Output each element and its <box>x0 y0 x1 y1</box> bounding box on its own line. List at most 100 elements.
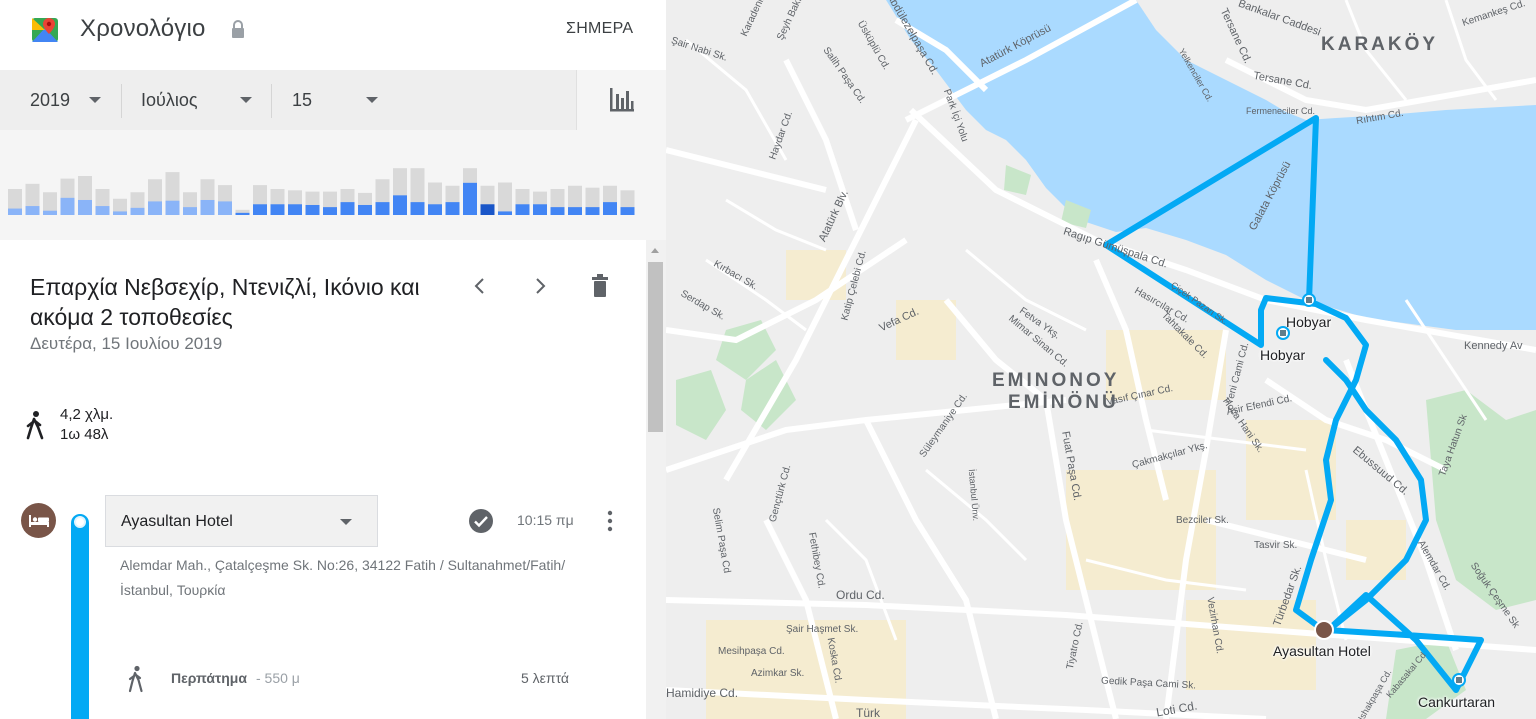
activity-distance: - 550 μ <box>256 670 300 686</box>
histogram-bar-active[interactable] <box>445 202 460 215</box>
histogram-bar-active[interactable] <box>288 204 302 215</box>
map-canvas[interactable] <box>666 0 1536 719</box>
stop-label[interactable]: Ayasultan Hotel <box>1273 643 1371 659</box>
scroll-up-icon[interactable] <box>651 248 659 253</box>
today-button[interactable]: ΣΗΜΕΡΑ <box>566 20 633 38</box>
histogram-bar-active[interactable] <box>113 211 127 215</box>
histogram-bar-active[interactable] <box>550 207 565 215</box>
histogram-bar-active[interactable] <box>235 212 250 215</box>
histogram-bar-active[interactable] <box>340 202 355 215</box>
histogram-bar-active[interactable] <box>428 204 442 215</box>
histogram-bar-active[interactable] <box>130 207 145 215</box>
stop-marker[interactable] <box>1302 293 1316 307</box>
lock-icon <box>232 20 244 38</box>
histogram-bar-active[interactable] <box>585 207 600 215</box>
histogram-bar-active[interactable] <box>603 202 617 215</box>
histogram-bar-active[interactable] <box>620 207 635 215</box>
hotel-pin-icon[interactable] <box>1314 620 1334 640</box>
day-title: Επαρχία Νεβσεχίρ, Ντενιζλί, Ικόνιο και α… <box>30 274 420 330</box>
year-value: 2019 <box>30 89 71 110</box>
histogram-bar-active[interactable] <box>43 210 57 215</box>
histogram-bar-active[interactable] <box>463 182 477 215</box>
histogram-bar-active[interactable] <box>200 199 215 215</box>
street-label: Tasvir Sk. <box>1254 540 1298 551</box>
stop-label[interactable]: Hobyar <box>1286 314 1331 330</box>
divider <box>271 84 272 118</box>
histogram-bar-active[interactable] <box>568 207 582 215</box>
street-label: Türk <box>856 706 880 719</box>
chevron-down-icon <box>340 519 352 525</box>
bar-chart-icon <box>609 88 634 112</box>
histogram-chart[interactable] <box>0 130 666 240</box>
timeline-start-dot <box>74 516 86 528</box>
timeline-track <box>71 514 89 719</box>
street-label: Fermeneciler Cd. <box>1246 106 1316 116</box>
histogram-bar-active[interactable] <box>323 207 337 215</box>
day-select[interactable]: 15 <box>292 70 392 130</box>
histogram-bar-active[interactable] <box>95 206 110 215</box>
histogram-bar-active[interactable] <box>218 201 232 215</box>
place-name: Ayasultan Hotel <box>121 513 233 530</box>
activity-type[interactable]: Περπάτημα <box>171 670 247 686</box>
visit-time: 10:15 πμ <box>517 512 574 528</box>
date-selector-bar: 2019 Ιούλιος 15 <box>0 70 576 130</box>
histogram-bar-active[interactable] <box>148 201 162 215</box>
check-circle-icon[interactable] <box>468 508 494 534</box>
histogram-bar-active[interactable] <box>183 207 197 215</box>
stop-marker[interactable] <box>1452 673 1466 687</box>
stop-label[interactable]: Hobyar <box>1260 347 1305 363</box>
street-label: Kennedy Av <box>1464 340 1523 352</box>
month-select[interactable]: Ιούλιος <box>141 70 261 130</box>
top-bar: Χρονολόγιο ΣΗΜΕΡΑ <box>0 0 666 70</box>
histogram-bar-active[interactable] <box>393 195 407 215</box>
previous-day-icon[interactable] <box>466 272 494 300</box>
histogram-bar-active[interactable] <box>375 202 390 215</box>
month-value: Ιούλιος <box>141 89 198 110</box>
histogram-bar-active[interactable] <box>358 204 372 215</box>
histogram-bar-active[interactable] <box>480 204 495 215</box>
timeline-panel: Χρονολόγιο ΣΗΜΕΡΑ 2019 Ιούλιος 15 Επαρχί… <box>0 0 666 719</box>
histogram-bar-active[interactable] <box>78 199 92 215</box>
histogram-bar-active[interactable] <box>305 204 320 215</box>
daily-activity-histogram[interactable] <box>0 130 666 240</box>
stop-label[interactable]: Cankurtaran <box>1418 694 1495 710</box>
total-distance: 4,2 χλμ. <box>60 406 114 423</box>
page-title: Χρονολόγιο <box>80 15 206 42</box>
histogram-bar-active[interactable] <box>270 204 285 215</box>
total-duration: 1ω 48λ <box>60 426 109 443</box>
more-options-icon[interactable] <box>600 508 620 534</box>
walking-icon <box>26 411 44 440</box>
histogram-bar-active[interactable] <box>533 204 547 215</box>
street-label: Azimkar Sk. <box>751 668 805 679</box>
histogram-bar-active[interactable] <box>253 204 267 215</box>
histogram-bar-total[interactable] <box>498 182 512 216</box>
park-area <box>676 370 726 440</box>
route-map[interactable]: KARAKÖY EMINONOY EMİNÖNÜ Atatürk Köprüsü… <box>666 0 1536 719</box>
chevron-down-icon <box>240 97 252 103</box>
histogram-bar-active[interactable] <box>410 202 425 215</box>
histogram-bar-active[interactable] <box>25 206 40 215</box>
walking-icon <box>128 665 143 693</box>
histogram-bar-active[interactable] <box>60 197 75 215</box>
place-select[interactable]: Ayasultan Hotel <box>105 495 378 547</box>
histogram-bar-active[interactable] <box>165 200 180 215</box>
histogram-bar-active[interactable] <box>515 204 530 215</box>
day-value: 15 <box>292 89 313 110</box>
district-label: EMINONOY <box>992 370 1120 391</box>
histogram-bar-active[interactable] <box>498 211 512 215</box>
delete-icon[interactable] <box>586 272 614 300</box>
chevron-down-icon <box>89 97 101 103</box>
street-label: Şair Haşmet Sk. <box>786 624 859 635</box>
stop-marker[interactable] <box>1276 326 1290 340</box>
year-select[interactable]: 2019 <box>30 70 110 130</box>
bar-chart-button[interactable] <box>576 70 666 130</box>
scrollbar-thumb[interactable] <box>648 262 663 432</box>
activity-duration: 5 λεπτά <box>521 670 570 686</box>
hotel-icon <box>21 503 56 538</box>
histogram-bar-active[interactable] <box>8 208 22 215</box>
next-day-icon[interactable] <box>526 272 554 300</box>
chevron-down-icon <box>366 97 378 103</box>
bed-icon <box>28 514 49 527</box>
district-label: EMİNÖNÜ <box>1008 392 1119 413</box>
day-date: Δευτέρα, 15 Ιουλίου 2019 <box>30 334 223 353</box>
